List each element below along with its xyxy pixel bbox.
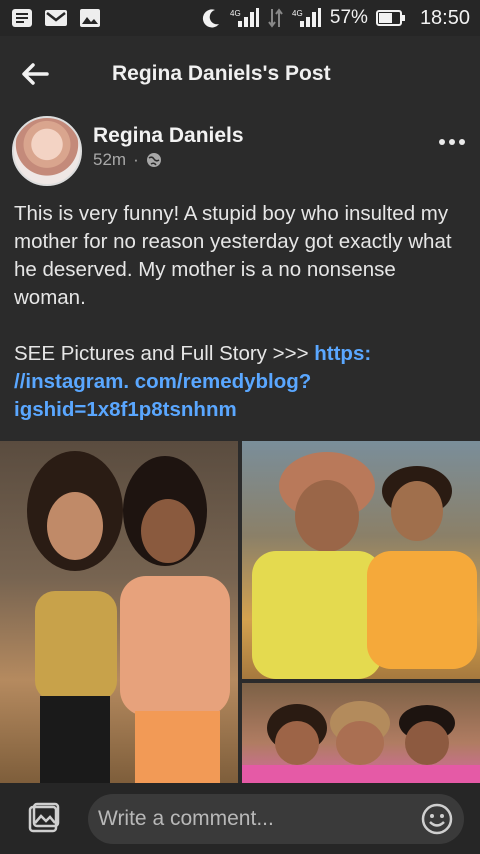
gallery-icon [28,802,60,832]
battery-percent: 57% [329,7,368,28]
emoji-icon[interactable] [420,802,454,836]
attach-photo-button[interactable] [0,783,88,854]
mail-icon [45,10,67,26]
back-button[interactable] [0,36,70,112]
post-paragraph: This is very funny! A stupid boy who ins… [14,202,452,309]
moon-icon [202,9,219,28]
dot-icon [449,139,455,145]
clock: 18:50 [419,6,470,29]
post-meta: 52m · [93,150,162,170]
photo-two-women[interactable] [0,441,238,783]
post-paragraph-link: SEE Pictures and Full Story >>> https: /… [14,340,470,424]
author-name[interactable]: Regina Daniels [93,124,244,148]
svg-text:4G: 4G [230,9,241,18]
avatar[interactable] [12,116,82,186]
photo-grid [0,441,480,783]
photo-mother-daughter[interactable] [242,441,480,679]
meta-separator: · [133,150,139,169]
more-options-button[interactable] [434,130,470,154]
page-title: Regina Daniels's Post [112,62,331,85]
post-header-bar: Regina Daniels's Post [0,36,480,112]
post-body: This is very funny! A stupid boy who ins… [14,200,470,452]
comment-bar [0,783,480,854]
signal-icon: 4G [230,8,259,27]
post-link-prefix: SEE Pictures and Full Story >>> [14,342,315,365]
data-icon [268,8,283,28]
dot-icon [439,139,445,145]
comment-input[interactable] [98,806,420,831]
back-arrow-icon [22,63,49,85]
signal-icon: 4G [292,8,321,27]
status-bar: 4G 4G 57% 18:50 [0,0,480,36]
post-author-row: Regina Daniels 52m · [0,112,480,192]
comment-field[interactable] [88,793,464,844]
status-notifications [10,8,102,28]
svg-text:4G: 4G [292,9,303,18]
battery-icon [375,10,405,26]
image-icon [80,9,100,27]
photo-family-group[interactable] [242,683,480,783]
globe-icon [146,153,161,167]
notes-icon [12,9,32,27]
status-system: 4G 4G 57% 18:50 [200,7,470,30]
dot-icon [459,139,465,145]
post-time[interactable]: 52m [93,150,126,170]
